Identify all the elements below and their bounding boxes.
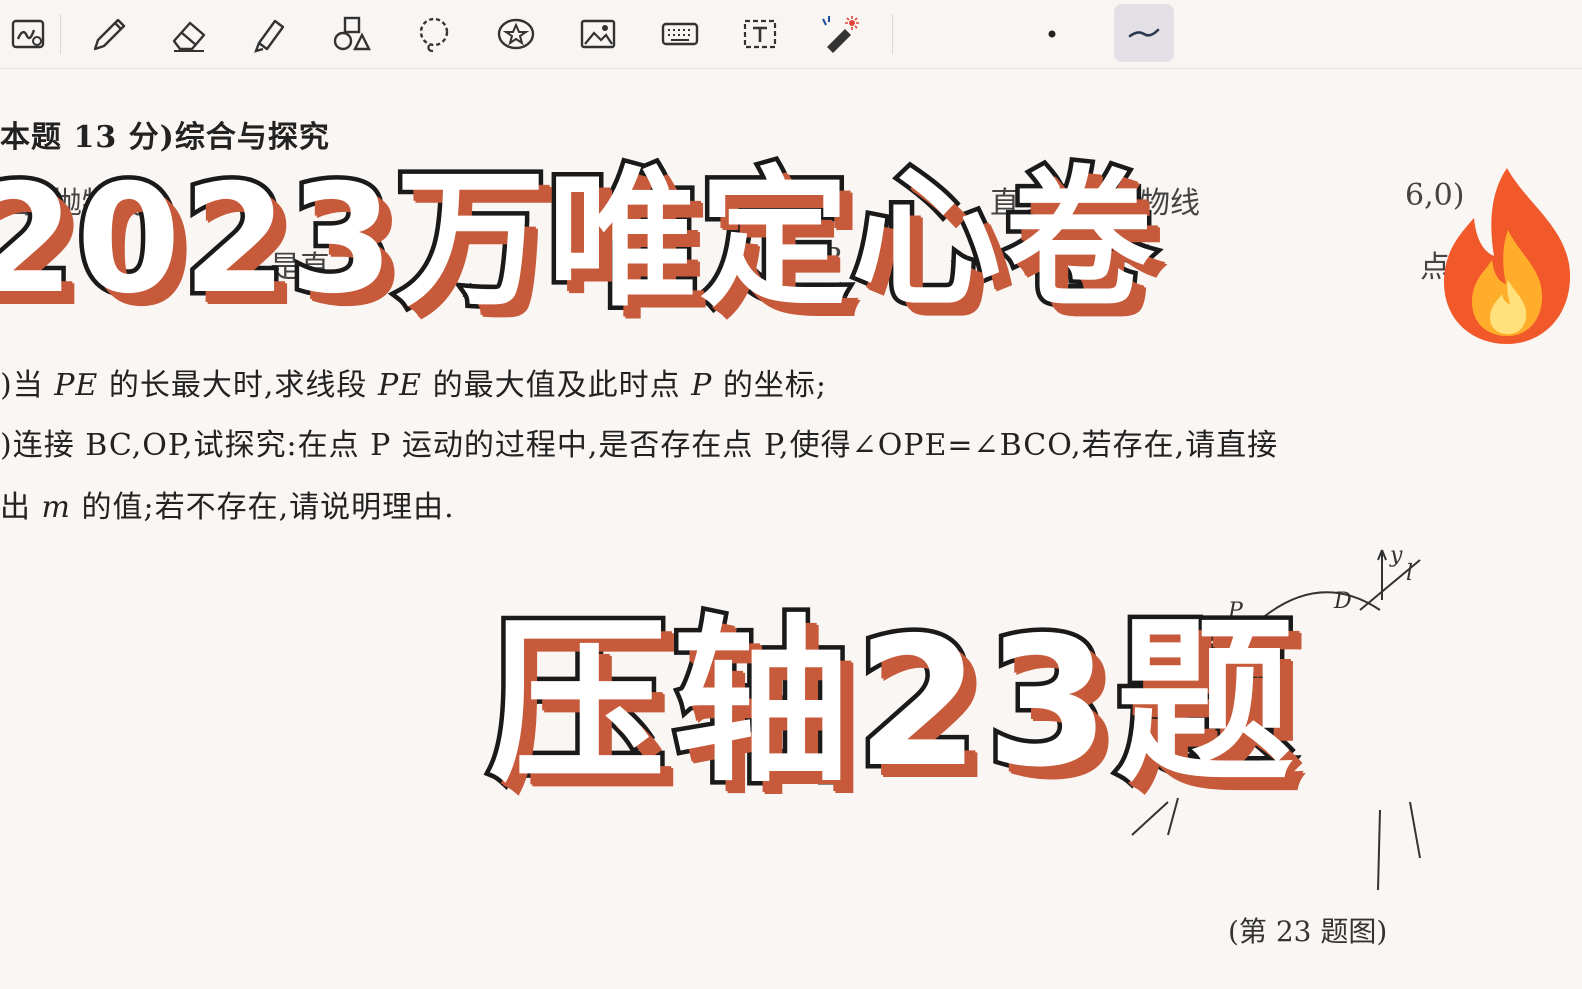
stroke-style-icon	[1128, 28, 1160, 38]
laser-pointer-tool[interactable]	[814, 8, 866, 60]
question-part-2: )连接 BC,OP,试探究:在点 P 运动的过程中,是否存在点 P,使得∠OPE…	[0, 428, 1279, 463]
lasso-tool[interactable]	[408, 8, 460, 60]
question-part-2-cont: 出 m 的值;若不存在,请说明理由.	[0, 490, 455, 525]
eraser-icon	[172, 21, 206, 52]
sticker-icon	[497, 18, 535, 50]
lasso-icon	[419, 17, 449, 53]
dot-size-tool[interactable]	[1026, 8, 1078, 60]
sticker-tool[interactable]	[490, 8, 542, 60]
shapes-icon	[333, 16, 371, 51]
image-tool[interactable]	[572, 8, 624, 60]
title-banner-line-2: 压轴23题	[484, 595, 1300, 811]
handwriting-icon	[11, 19, 45, 49]
figure-caption: (第 23 题图)	[1228, 915, 1388, 948]
toolbar-divider	[892, 14, 893, 54]
dot-size-icon	[1048, 30, 1056, 38]
toolbar-divider	[60, 14, 61, 54]
keyboard-icon	[661, 22, 699, 46]
point-d-label: D	[1333, 589, 1352, 614]
image-icon	[580, 19, 616, 49]
keyboard-tool[interactable]	[654, 8, 706, 60]
highlighter-tool[interactable]	[244, 8, 296, 60]
highlighter-icon	[254, 19, 285, 53]
text-box-icon	[743, 19, 777, 49]
handwriting-tool[interactable]	[2, 8, 54, 60]
laser-pointer-icon	[822, 16, 859, 53]
shapes-tool[interactable]	[326, 8, 378, 60]
y-axis-label: y	[1389, 543, 1403, 568]
figure-lines	[1131, 797, 1421, 891]
fire-icon	[1444, 168, 1571, 344]
pen-icon	[93, 18, 126, 51]
drawing-toolbar	[0, 0, 1582, 69]
pen-tool[interactable]	[82, 8, 134, 60]
eraser-tool[interactable]	[163, 8, 215, 60]
question-part-1: )当 PE 的长最大时,求线段 PE 的最大值及此时点 P 的坐标;	[0, 368, 827, 403]
line-l-label: l	[1406, 561, 1413, 586]
text-box-tool[interactable]	[734, 8, 786, 60]
title-banner-line-1: 2023万唯定心卷	[0, 149, 1158, 332]
stroke-style-tool[interactable]	[1114, 4, 1174, 62]
